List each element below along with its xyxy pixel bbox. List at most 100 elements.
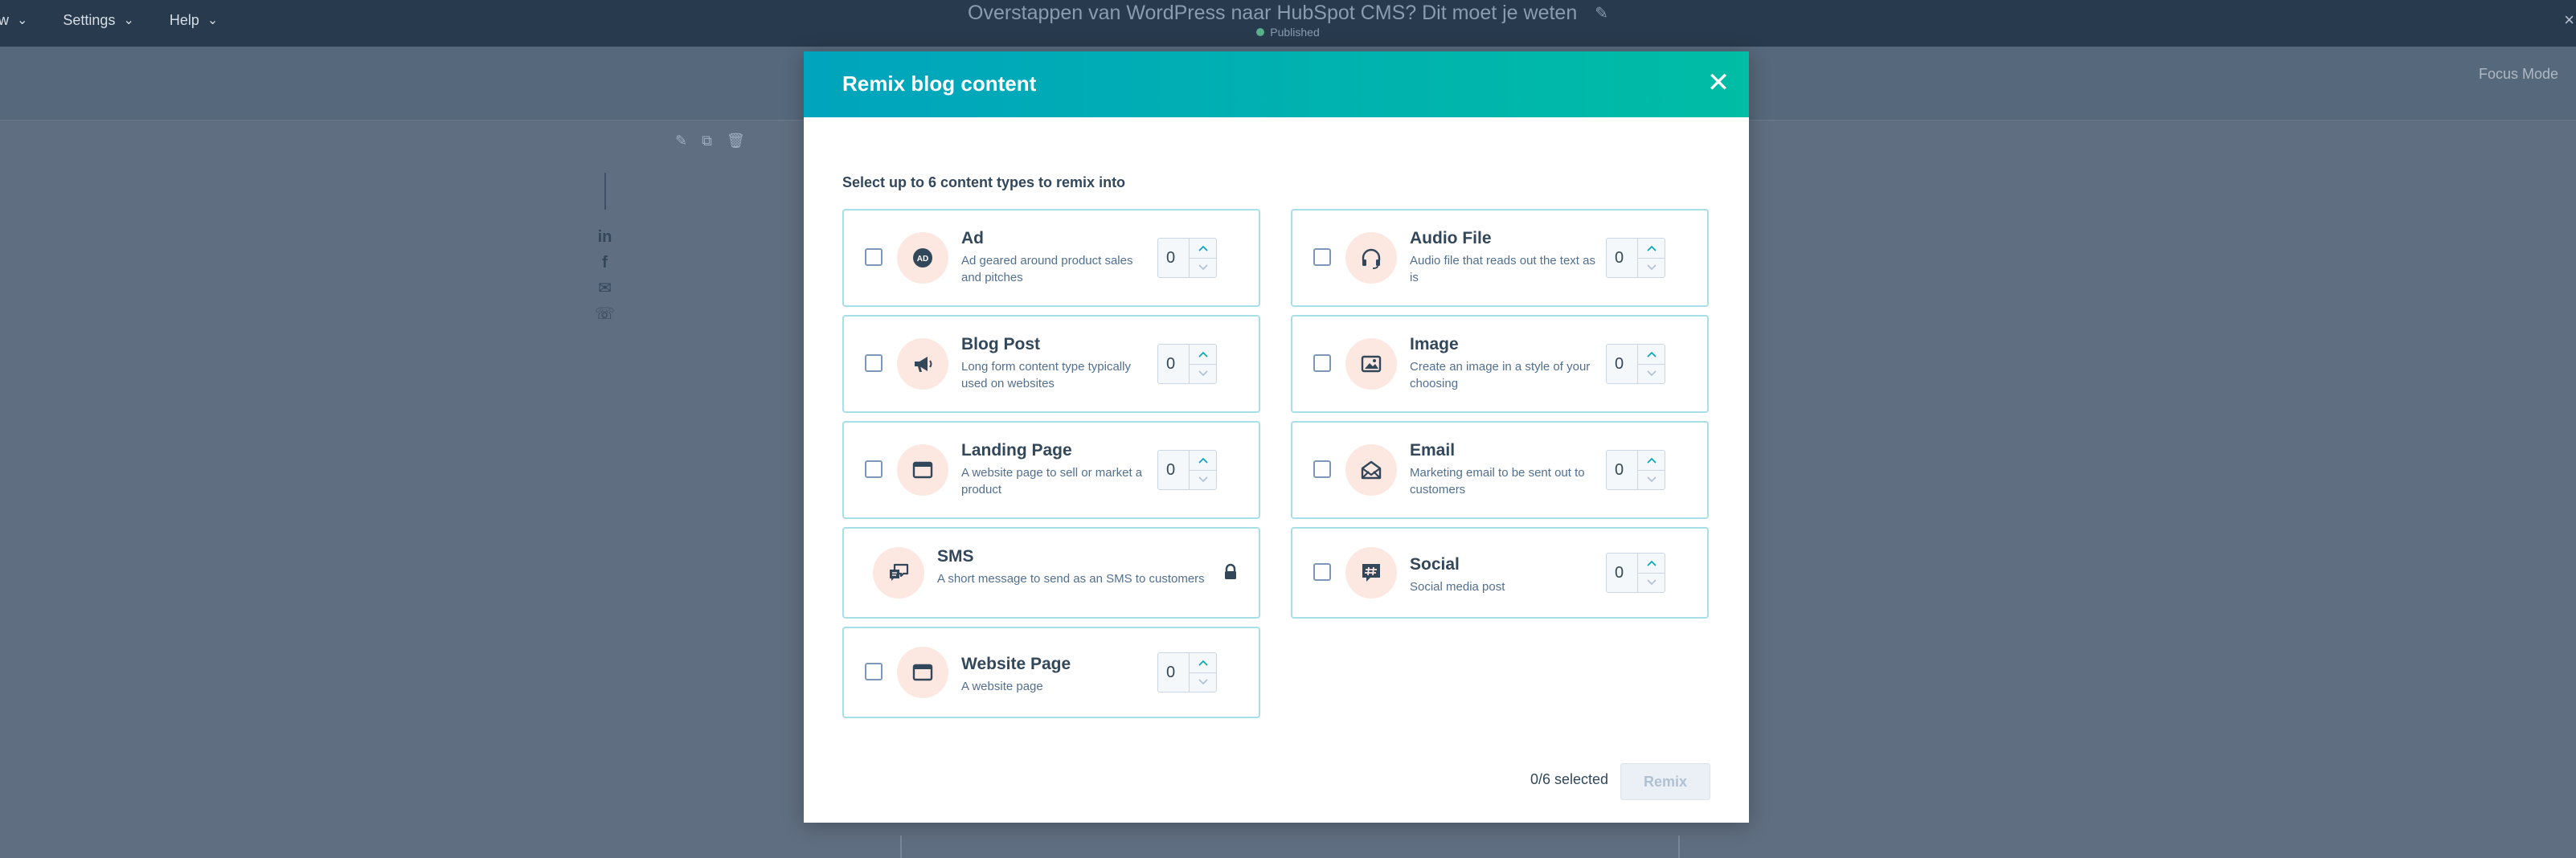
increment-icon[interactable] xyxy=(1190,239,1216,259)
landing-page-quantity-input[interactable] xyxy=(1158,451,1189,489)
modal-header: Remix blog content ✕ xyxy=(804,51,1749,117)
image-quantity-stepper[interactable] xyxy=(1606,344,1665,384)
card-title: Landing Page xyxy=(961,441,1072,460)
facebook-icon[interactable]: f xyxy=(602,250,608,276)
selected-count: 0/6 selected xyxy=(1530,771,1609,787)
decrement-icon[interactable] xyxy=(1638,471,1665,490)
increment-icon[interactable] xyxy=(1190,345,1216,365)
remix-modal: Remix blog content ✕ Select up to 6 cont… xyxy=(804,51,1749,823)
chat-bubbles-icon xyxy=(873,547,924,599)
status-dot-icon xyxy=(1256,28,1265,36)
social-share-bar: in f ✉ ☏ xyxy=(595,157,615,327)
card-title: Email xyxy=(1410,441,1456,460)
audio-file-quantity-input[interactable] xyxy=(1607,239,1637,277)
blog-post-quantity-input[interactable] xyxy=(1158,345,1189,383)
increment-icon[interactable] xyxy=(1638,451,1665,471)
document-title-block: Overstappen van WordPress naar HubSpot C… xyxy=(0,0,2576,39)
image-icon xyxy=(1345,338,1397,390)
card-description: A website page to sell or market a produ… xyxy=(961,466,1143,496)
increment-icon[interactable] xyxy=(1190,451,1216,471)
audio-file-quantity-stepper[interactable] xyxy=(1606,238,1665,278)
decrement-icon[interactable] xyxy=(1638,365,1665,384)
headphones-icon xyxy=(1345,232,1397,284)
blog-post-checkbox[interactable] xyxy=(865,354,883,372)
card-description: Social media post xyxy=(1410,580,1505,594)
content-type-card-sms: SMS A short message to send as an SMS to… xyxy=(842,527,1260,619)
focus-mode-toggle[interactable]: Focus Mode xyxy=(2479,66,2558,83)
linkedin-icon[interactable]: in xyxy=(598,224,612,250)
landing-page-quantity-stepper[interactable] xyxy=(1157,450,1217,490)
ad-icon: AD xyxy=(897,232,948,284)
card-title: Audio File xyxy=(1410,229,1492,247)
decrement-icon[interactable] xyxy=(1190,673,1216,693)
card-title: SMS xyxy=(937,547,974,566)
card-title: Website Page xyxy=(961,655,1071,673)
email-share-icon[interactable]: ✉ xyxy=(598,276,612,301)
image-quantity-input[interactable] xyxy=(1607,345,1637,383)
card-title: Blog Post xyxy=(961,335,1040,353)
content-type-card-landing-page[interactable]: Landing Page A website page to sell or m… xyxy=(842,421,1260,519)
social-quantity-stepper[interactable] xyxy=(1606,553,1665,593)
envelope-icon xyxy=(1345,444,1397,496)
decrement-icon[interactable] xyxy=(1638,574,1665,593)
website-page-checkbox[interactable] xyxy=(865,663,883,680)
publish-status: Published xyxy=(0,26,2576,39)
email-quantity-stepper[interactable] xyxy=(1606,450,1665,490)
card-description: Long form content type typically used on… xyxy=(961,360,1131,390)
canvas-section-outline xyxy=(900,836,1680,858)
remix-button[interactable]: Remix xyxy=(1620,763,1710,800)
decrement-icon[interactable] xyxy=(1638,259,1665,278)
blog-post-quantity-stepper[interactable] xyxy=(1157,344,1217,384)
card-title: Social xyxy=(1410,555,1460,574)
content-type-card-email[interactable]: Email Marketing email to be sent out to … xyxy=(1291,421,1709,519)
divider xyxy=(604,173,606,210)
card-description: A short message to send as an SMS to cus… xyxy=(937,572,1205,586)
document-title[interactable]: Overstappen van WordPress naar HubSpot C… xyxy=(968,2,1577,25)
module-toolbar: ✎ ⧉ 🗑 xyxy=(675,121,745,161)
decrement-icon[interactable] xyxy=(1190,259,1216,278)
whatsapp-icon[interactable]: ☏ xyxy=(595,301,615,327)
increment-icon[interactable] xyxy=(1638,239,1665,259)
card-title: Ad xyxy=(961,229,984,247)
publish-status-label: Published xyxy=(1270,26,1320,39)
modal-instructions: Select up to 6 content types to remix in… xyxy=(842,174,1126,190)
increment-icon[interactable] xyxy=(1638,554,1665,574)
card-title: Image xyxy=(1410,335,1459,353)
duplicate-icon[interactable]: ⧉ xyxy=(702,133,712,149)
svg-text:AD: AD xyxy=(917,255,928,264)
increment-icon[interactable] xyxy=(1190,653,1216,673)
modal-title: Remix blog content xyxy=(842,72,1037,96)
landing-page-checkbox[interactable] xyxy=(865,460,883,478)
decrement-icon[interactable] xyxy=(1190,471,1216,490)
content-type-card-website-page[interactable]: Website Page A website page xyxy=(842,627,1260,718)
social-quantity-input[interactable] xyxy=(1607,554,1637,592)
email-quantity-input[interactable] xyxy=(1607,451,1637,489)
audio-file-checkbox[interactable] xyxy=(1313,248,1331,266)
close-editor-icon[interactable]: × xyxy=(2564,10,2574,31)
ad-quantity-stepper[interactable] xyxy=(1157,238,1217,278)
card-description: Marketing email to be sent out to custom… xyxy=(1410,466,1585,496)
content-type-card-social[interactable]: Social Social media post xyxy=(1291,527,1709,619)
card-description: Create an image in a style of your choos… xyxy=(1410,360,1591,390)
increment-icon[interactable] xyxy=(1638,345,1665,365)
card-description: A website page xyxy=(961,680,1043,693)
content-type-card-blog-post[interactable]: Blog Post Long form content type typical… xyxy=(842,315,1260,413)
card-description: Audio file that reads out the text as is xyxy=(1410,254,1595,284)
content-type-card-audio-file[interactable]: Audio File Audio file that reads out the… xyxy=(1291,209,1709,307)
website-page-quantity-input[interactable] xyxy=(1158,653,1189,692)
content-type-card-ad[interactable]: AD Ad Ad geared around product sales and… xyxy=(842,209,1260,307)
ad-checkbox[interactable] xyxy=(865,248,883,266)
website-page-quantity-stepper[interactable] xyxy=(1157,652,1217,693)
social-checkbox[interactable] xyxy=(1313,563,1331,581)
lock-icon xyxy=(1225,563,1236,579)
edit-title-icon[interactable]: ✎ xyxy=(1595,3,1608,23)
content-type-card-image[interactable]: Image Create an image in a style of your… xyxy=(1291,315,1709,413)
edit-pencil-icon[interactable]: ✎ xyxy=(675,133,687,149)
image-checkbox[interactable] xyxy=(1313,354,1331,372)
ad-quantity-input[interactable] xyxy=(1158,239,1189,277)
trash-icon[interactable]: 🗑 xyxy=(727,133,745,149)
browser-window-icon xyxy=(897,444,948,496)
close-icon[interactable]: ✕ xyxy=(1704,69,1733,98)
decrement-icon[interactable] xyxy=(1190,365,1216,384)
email-checkbox[interactable] xyxy=(1313,460,1331,478)
